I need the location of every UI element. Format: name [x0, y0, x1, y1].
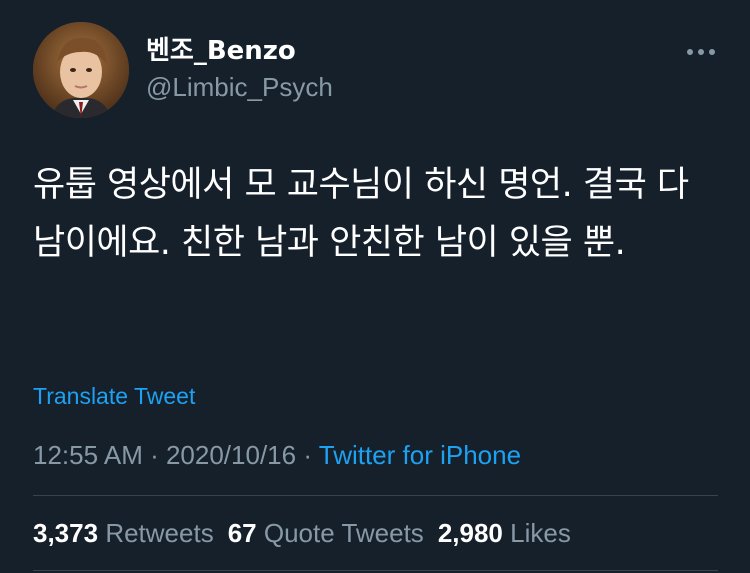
translate-tweet-link[interactable]: Translate Tweet [33, 381, 195, 411]
likes-label: Likes [510, 518, 571, 548]
quote-tweets-stat[interactable]: 67 Quote Tweets [228, 516, 424, 550]
user-handle[interactable]: @Limbic_Psych [146, 70, 333, 104]
tweet-time[interactable]: 12:55 AM [33, 440, 143, 470]
retweets-count: 3,373 [33, 518, 99, 548]
more-horizontal-icon [687, 49, 715, 55]
avatar-image [33, 22, 129, 118]
tweet-detail: 벤조_Benzo @Limbic_Psych 유툽 영상에서 모 교수님이 하신… [0, 0, 750, 573]
tweet-date[interactable]: 2020/10/16 [166, 440, 296, 470]
likes-count: 2,980 [437, 518, 503, 548]
quote-tweets-count: 67 [227, 518, 257, 548]
likes-stat[interactable]: 2,980 Likes [438, 516, 571, 550]
divider [33, 495, 718, 496]
tweet-text: 유툽 영상에서 모 교수님이 하신 명언. 결국 다 남이에요. 친한 남과 안… [33, 165, 689, 263]
avatar[interactable] [33, 22, 129, 118]
tweet-metadata: 12:55 AM · 2020/10/16 · Twitter for iPho… [33, 438, 521, 472]
retweets-stat[interactable]: 3,373 Retweets [33, 516, 214, 550]
display-name[interactable]: 벤조_Benzo [146, 34, 296, 68]
tweet-source-link[interactable]: Twitter for iPhone [319, 440, 521, 470]
quote-tweets-label: Quote Tweets [263, 518, 424, 548]
meta-separator: · [142, 440, 166, 470]
divider [33, 570, 718, 571]
engagement-stats: 3,373 Retweets 67 Quote Tweets 2,980 Likes [33, 516, 585, 550]
more-options-button[interactable] [684, 38, 718, 66]
meta-separator: · [296, 440, 319, 470]
retweets-label: Retweets [105, 518, 214, 548]
